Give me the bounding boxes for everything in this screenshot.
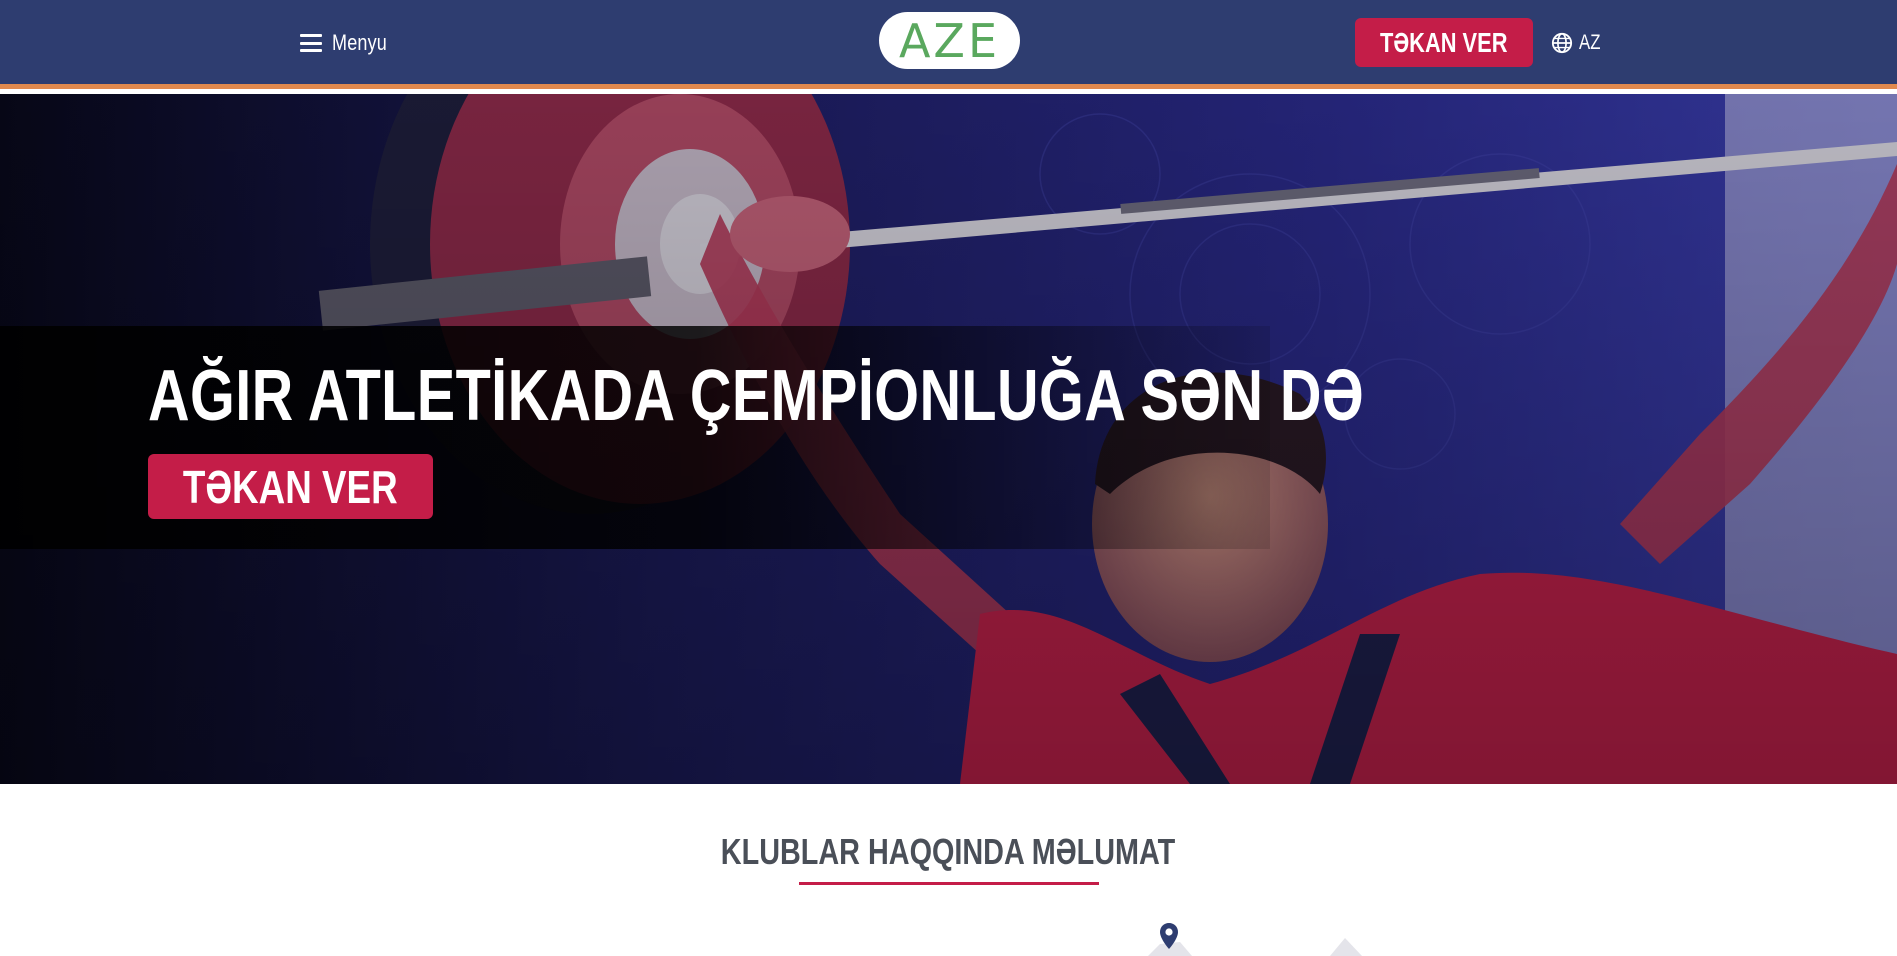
donate-button-hero[interactable]: TƏKAN VER — [148, 454, 433, 519]
hamburger-icon — [300, 34, 322, 52]
menu-label: Menyu — [332, 30, 387, 55]
clubs-section-title: KLUBLAR HAQQINDA MƏLUMAT — [0, 828, 1897, 876]
donate-button-hero-label: TƏKAN VER — [183, 460, 398, 513]
globe-icon — [1551, 32, 1573, 54]
section-title-underline — [799, 882, 1099, 885]
hero-title: AĞIR ATLETİKADA ÇEMPİONLUĞA SƏN DƏ — [148, 356, 1365, 436]
language-switcher[interactable]: AZ — [1551, 30, 1606, 56]
language-label: AZ — [1579, 31, 1601, 54]
clubs-section-title-text: KLUBLAR HAQQINDA MƏLUMAT — [721, 831, 1176, 872]
logo-text: AZE — [898, 13, 1001, 68]
map-pin-icon[interactable] — [1159, 922, 1179, 950]
donate-button-label: TƏKAN VER — [1380, 26, 1508, 58]
menu-button[interactable]: Menyu — [300, 28, 399, 58]
hero-banner: AĞIR ATLETİKADA ÇEMPİONLUĞA SƏN DƏ TƏKAN… — [0, 94, 1897, 784]
site-header: Menyu AZE TƏKAN VER AZ — [0, 0, 1897, 89]
site-logo[interactable]: AZE — [879, 12, 1020, 69]
donate-button-header[interactable]: TƏKAN VER — [1355, 18, 1533, 67]
